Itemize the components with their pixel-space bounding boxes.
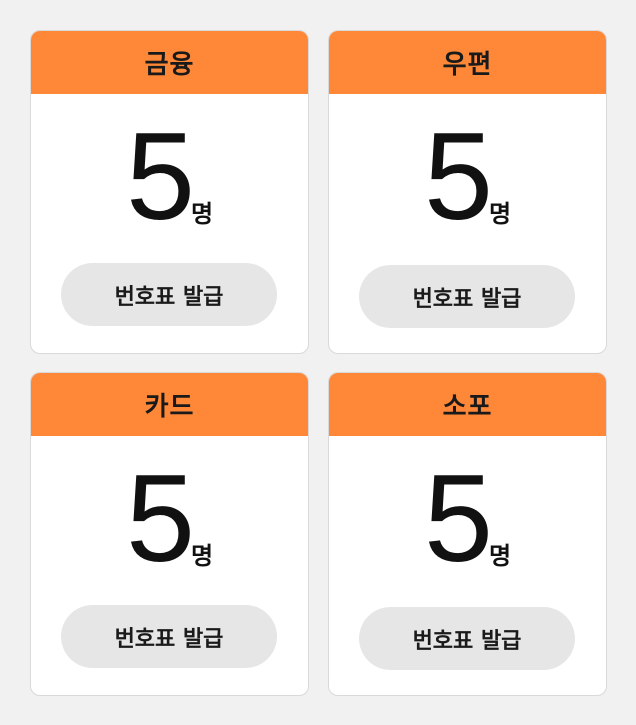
waiting-count: 5 xyxy=(423,450,493,588)
waiting-count-unit: 명 xyxy=(190,200,214,228)
service-card-title: 소포 xyxy=(329,373,606,436)
waiting-count-area: 5 명 xyxy=(329,450,606,588)
waiting-count-unit: 명 xyxy=(488,200,512,228)
service-card-title: 카드 xyxy=(31,373,308,436)
service-card-postal: 우편 5 명 번호표 발급 xyxy=(328,30,607,354)
service-card-parcel: 소포 5 명 번호표 발급 xyxy=(328,372,607,696)
waiting-count-area: 5 명 xyxy=(31,450,308,588)
waiting-count: 5 xyxy=(125,108,195,246)
service-card-finance: 금융 5 명 번호표 발급 xyxy=(30,30,309,354)
waiting-count-unit: 명 xyxy=(190,542,214,570)
issue-ticket-button[interactable]: 번호표 발급 xyxy=(359,607,575,670)
service-card-title: 우편 xyxy=(329,31,606,94)
service-counter-grid: 금융 5 명 번호표 발급 우편 5 명 번호표 발급 카드 5 명 번호표 발… xyxy=(30,30,607,696)
waiting-count-area: 5 명 xyxy=(31,108,308,246)
waiting-count-unit: 명 xyxy=(488,542,512,570)
waiting-count-area: 5 명 xyxy=(329,108,606,246)
service-card-title: 금융 xyxy=(31,31,308,94)
issue-ticket-button[interactable]: 번호표 발급 xyxy=(359,265,575,328)
service-card-card: 카드 5 명 번호표 발급 xyxy=(30,372,309,696)
waiting-count: 5 xyxy=(125,450,195,588)
issue-ticket-button[interactable]: 번호표 발급 xyxy=(61,605,277,668)
waiting-count: 5 xyxy=(423,108,493,246)
issue-ticket-button[interactable]: 번호표 발급 xyxy=(61,263,277,326)
